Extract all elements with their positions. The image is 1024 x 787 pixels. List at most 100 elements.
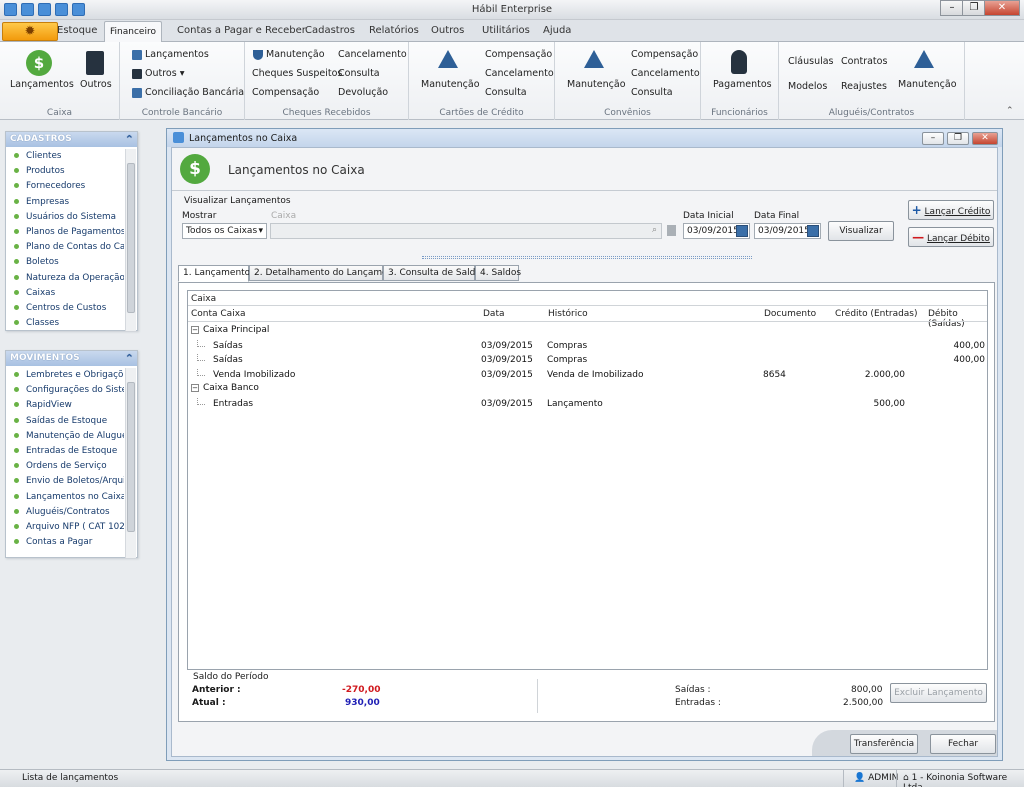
nav-item[interactable]: Caixas — [6, 286, 124, 301]
funcionarios-pagamentos[interactable]: Pagamentos — [713, 79, 772, 90]
tab-contas[interactable]: Contas a Pagar e Receber — [177, 25, 306, 36]
maximize-button[interactable]: ❐ — [962, 0, 986, 16]
window-minimize-button[interactable]: – — [922, 132, 944, 145]
convenios-consulta[interactable]: Consulta — [631, 87, 673, 98]
alugueis-contratos[interactable]: Contratos — [841, 56, 887, 67]
convenios-cancelamento[interactable]: Cancelamento — [631, 68, 700, 79]
cheques-cancelamento[interactable]: Cancelamento — [338, 49, 407, 60]
nav-item[interactable]: Envio de Boletos/Arqui... — [6, 474, 124, 489]
tab-saldos[interactable]: 4. Saldos — [475, 265, 521, 281]
nav-item[interactable]: Arquivo NFP ( CAT 102... — [6, 520, 124, 535]
column-header[interactable]: Data — [483, 309, 505, 319]
group-row[interactable]: − Caixa Banco — [191, 383, 259, 393]
collapse-icon[interactable]: ⌃ — [125, 352, 134, 365]
nav-item[interactable]: Lembretes e Obrigaçõ... — [6, 368, 124, 383]
cone-icon[interactable] — [438, 50, 458, 68]
tab-utilitarios[interactable]: Utilitários — [482, 25, 530, 36]
visualizar-button[interactable]: Visualizar — [828, 221, 894, 241]
cheques-devolucao[interactable]: Devolução — [338, 87, 388, 98]
movimentos-header[interactable]: MOVIMENTOS ⌃ — [6, 351, 137, 366]
tab-outros[interactable]: Outros — [431, 25, 464, 36]
nav-item[interactable]: Ordens de Serviço — [6, 459, 124, 474]
nav-item[interactable]: Planos de Pagamentos — [6, 225, 124, 240]
alugueis-manutencao[interactable]: Manutenção — [898, 79, 957, 90]
chevron-down-icon[interactable]: ▾ — [258, 226, 263, 236]
nav-item[interactable]: Contas a Pagar — [6, 535, 124, 550]
cheques-compensacao[interactable]: Compensação — [252, 87, 319, 98]
nav-item[interactable]: Manutenção de Alugué... — [6, 429, 124, 444]
alugueis-modelos[interactable]: Modelos — [788, 81, 827, 92]
excluir-lancamento-button[interactable]: Excluir Lançamento — [890, 683, 987, 703]
nav-item[interactable]: Natureza da Operação — [6, 271, 124, 286]
cone-icon[interactable] — [914, 50, 934, 68]
nav-item[interactable]: Usuários do Sistema — [6, 210, 124, 225]
tab-lancamentos[interactable]: 1. Lançamentos — [178, 265, 255, 282]
nav-item[interactable]: Classes — [6, 316, 124, 331]
cadastros-scrollbar[interactable] — [125, 149, 136, 331]
cadastros-header[interactable]: CADASTROS ⌃ — [6, 132, 137, 147]
tab-estoque[interactable]: Estoque — [57, 25, 97, 36]
caixa-outros-button[interactable]: Outros — [80, 79, 112, 90]
clear-icon[interactable] — [667, 225, 676, 236]
cone-icon[interactable] — [584, 50, 604, 68]
dollar-coin-icon[interactable]: $ — [26, 50, 52, 76]
table-row[interactable]: Entradas 03/09/2015 Lançamento 500,00 — [188, 397, 987, 412]
cartoes-cancelamento[interactable]: Cancelamento — [485, 68, 554, 79]
movimentos-scrollbar[interactable] — [125, 368, 136, 558]
tab-financeiro[interactable]: Financeiro — [104, 21, 162, 43]
table-row[interactable]: Saídas 03/09/2015 Compras 400,00 — [188, 339, 987, 354]
column-header[interactable]: Histórico — [548, 309, 588, 319]
splitter-handle[interactable] — [422, 256, 752, 259]
binoculars-icon[interactable]: ⌕ — [652, 225, 657, 235]
tab-consulta-saldos[interactable]: 3. Consulta de Saldos — [383, 265, 486, 281]
table-row[interactable]: Saídas 03/09/2015 Compras 400,00 — [188, 354, 987, 368]
nav-item[interactable]: Centros de Custos — [6, 301, 124, 316]
nav-item[interactable]: Plano de Contas do Ca... — [6, 240, 124, 255]
lancar-debito-button[interactable]: — Lançar Débito — [908, 227, 994, 247]
calendar-icon[interactable] — [736, 225, 748, 237]
tab-ajuda[interactable]: Ajuda — [543, 25, 571, 36]
nav-item[interactable]: Configurações do Siste... — [6, 383, 124, 398]
fechar-button[interactable]: Fechar — [930, 734, 996, 754]
app-menu-button[interactable]: ✹ — [2, 22, 58, 41]
cheques-suspeitos[interactable]: Cheques Suspeitos — [252, 68, 342, 79]
collapse-icon[interactable]: − — [191, 384, 199, 392]
cb-conciliacao[interactable]: Conciliação Bancária — [132, 87, 244, 98]
cb-outros[interactable]: Outros ▾ — [132, 68, 184, 79]
cartoes-manutencao[interactable]: Manutenção — [421, 79, 480, 90]
cartoes-consulta[interactable]: Consulta — [485, 87, 527, 98]
collapse-icon[interactable]: ⌃ — [125, 133, 134, 146]
window-restore-button[interactable]: ❐ — [947, 132, 969, 145]
convenios-compensacao[interactable]: Compensação — [631, 49, 698, 60]
mostrar-select[interactable]: Todos os Caixas ▾ — [182, 223, 267, 239]
ribbon-collapse-icon[interactable]: ⌃ — [1006, 106, 1014, 116]
caixa-input[interactable]: ⌕ — [270, 223, 662, 239]
cb-lancamentos[interactable]: Lançamentos — [132, 49, 209, 60]
caixa-lancamentos-button[interactable]: Lançamentos — [10, 79, 74, 90]
table-row[interactable]: Venda Imobilizado 03/09/2015 Venda de Imob… — [188, 368, 987, 383]
lancar-credito-button[interactable]: + Lançar Crédito — [908, 200, 994, 220]
person-icon[interactable] — [731, 50, 747, 74]
tab-cadastros[interactable]: Cadastros — [305, 25, 355, 36]
tab-relatorios[interactable]: Relatórios — [369, 25, 419, 36]
column-header[interactable]: Documento — [764, 309, 816, 319]
data-final-input[interactable]: 03/09/2015 — [754, 223, 821, 239]
transferencia-button[interactable]: Transferência — [850, 734, 918, 754]
tab-detalhamento[interactable]: 2. Detalhamento do Lançamento — [249, 265, 402, 281]
nav-item[interactable]: Produtos — [6, 164, 124, 179]
minimize-button[interactable]: – — [940, 0, 964, 16]
nav-item[interactable]: Aluguéis/Contratos — [6, 505, 124, 520]
cheques-consulta[interactable]: Consulta — [338, 68, 380, 79]
alugueis-clausulas[interactable]: Cláusulas — [788, 56, 834, 67]
collapse-icon[interactable]: − — [191, 326, 199, 334]
scroll-thumb[interactable] — [127, 382, 135, 532]
nav-item[interactable]: Lançamentos no Caixa — [6, 490, 124, 505]
close-button[interactable]: ✕ — [984, 0, 1020, 16]
calendar-icon[interactable] — [807, 225, 819, 237]
nav-item[interactable]: Fornecedores — [6, 179, 124, 194]
scroll-thumb[interactable] — [127, 163, 135, 313]
convenios-manutencao[interactable]: Manutenção — [567, 79, 626, 90]
nav-item[interactable]: Clientes — [6, 149, 124, 164]
alugueis-reajustes[interactable]: Reajustes — [841, 81, 887, 92]
cartoes-compensacao[interactable]: Compensação — [485, 49, 552, 60]
